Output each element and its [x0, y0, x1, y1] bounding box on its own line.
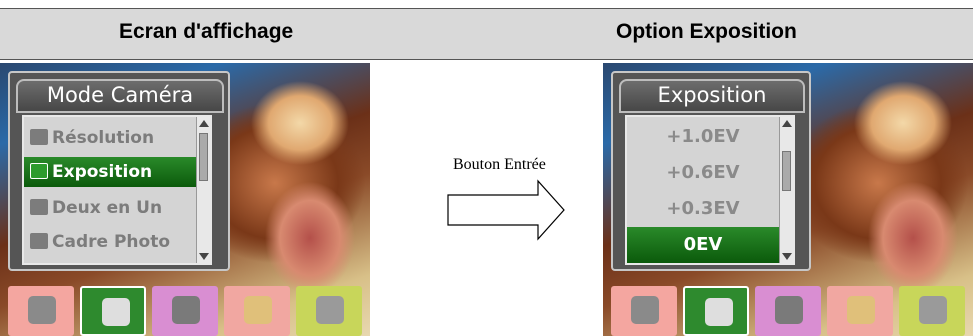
menu-title: Mode Caméra: [16, 79, 224, 113]
tools-icon: [919, 296, 947, 324]
menu-title: Exposition: [619, 79, 805, 113]
tab-camera[interactable]: [683, 286, 749, 336]
camera-icon: [102, 298, 130, 326]
exposure-option[interactable]: +0.3EV: [627, 191, 779, 227]
tab-audio[interactable]: [152, 286, 218, 336]
video-camera-icon: [28, 296, 56, 324]
menu-item-exposure[interactable]: Exposition: [24, 157, 196, 187]
display-screen: Mode Caméra Résolution Exposition Deux e…: [0, 63, 370, 336]
tab-effects[interactable]: [224, 286, 290, 336]
exposure-option-selected[interactable]: 0EV: [627, 227, 779, 263]
palette-icon: [244, 296, 272, 324]
mode-tab-bar: [0, 278, 370, 336]
scroll-thumb[interactable]: [782, 151, 791, 191]
tab-camera[interactable]: [80, 286, 146, 336]
palette-icon: [847, 296, 875, 324]
tools-icon: [316, 296, 344, 324]
tab-video[interactable]: [8, 286, 74, 336]
tab-audio[interactable]: [755, 286, 821, 336]
tab-settings[interactable]: [899, 286, 965, 336]
menu-item-resolution[interactable]: Résolution: [30, 123, 154, 153]
header-bar: Ecran d'affichage Option Exposition: [0, 8, 973, 60]
exposure-menu: Exposition +1.0EV +0.6EV +0.3EV 0EV: [611, 71, 811, 271]
enter-button-label: Bouton Entrée: [453, 156, 546, 173]
microphone-icon: [775, 296, 803, 324]
right-heading: Option Exposition: [616, 20, 797, 43]
two-in-one-icon: [30, 199, 48, 215]
camera-mode-menu: Mode Caméra Résolution Exposition Deux e…: [8, 71, 230, 271]
scroll-down-icon[interactable]: [199, 253, 209, 260]
scroll-up-icon[interactable]: [199, 120, 209, 127]
scroll-up-icon[interactable]: [782, 120, 792, 127]
scroll-thumb[interactable]: [199, 133, 208, 181]
menu-item-label: Résolution: [52, 128, 155, 148]
right-arrow-icon: [447, 179, 565, 241]
tab-video[interactable]: [611, 286, 677, 336]
menu-item-label: Exposition: [52, 162, 153, 182]
menu-item-label: Cadre Photo: [52, 232, 170, 252]
menu-item-two-in-one[interactable]: Deux en Un: [30, 193, 162, 223]
mode-tab-bar: [603, 278, 973, 336]
scroll-down-icon[interactable]: [782, 253, 792, 260]
menu-list: Résolution Exposition Deux en Un Cadre P…: [22, 115, 212, 265]
scrollbar[interactable]: [779, 117, 793, 263]
exposure-screen: Exposition +1.0EV +0.6EV +0.3EV 0EV: [603, 63, 973, 336]
exposure-option-list: +1.0EV +0.6EV +0.3EV 0EV: [625, 115, 795, 265]
scrollbar[interactable]: [196, 117, 210, 263]
photo-frame-icon: [30, 233, 48, 249]
tab-effects[interactable]: [827, 286, 893, 336]
exposure-icon: [30, 163, 48, 179]
exposure-option[interactable]: +0.6EV: [627, 155, 779, 191]
tab-settings[interactable]: [296, 286, 362, 336]
video-camera-icon: [631, 296, 659, 324]
camera-icon: [705, 298, 733, 326]
microphone-icon: [172, 296, 200, 324]
exposure-option[interactable]: +1.0EV: [627, 119, 779, 155]
resolution-icon: [30, 129, 48, 145]
menu-item-photo-frame[interactable]: Cadre Photo: [30, 227, 170, 257]
left-heading: Ecran d'affichage: [119, 20, 294, 43]
menu-item-label: Deux en Un: [52, 198, 163, 218]
